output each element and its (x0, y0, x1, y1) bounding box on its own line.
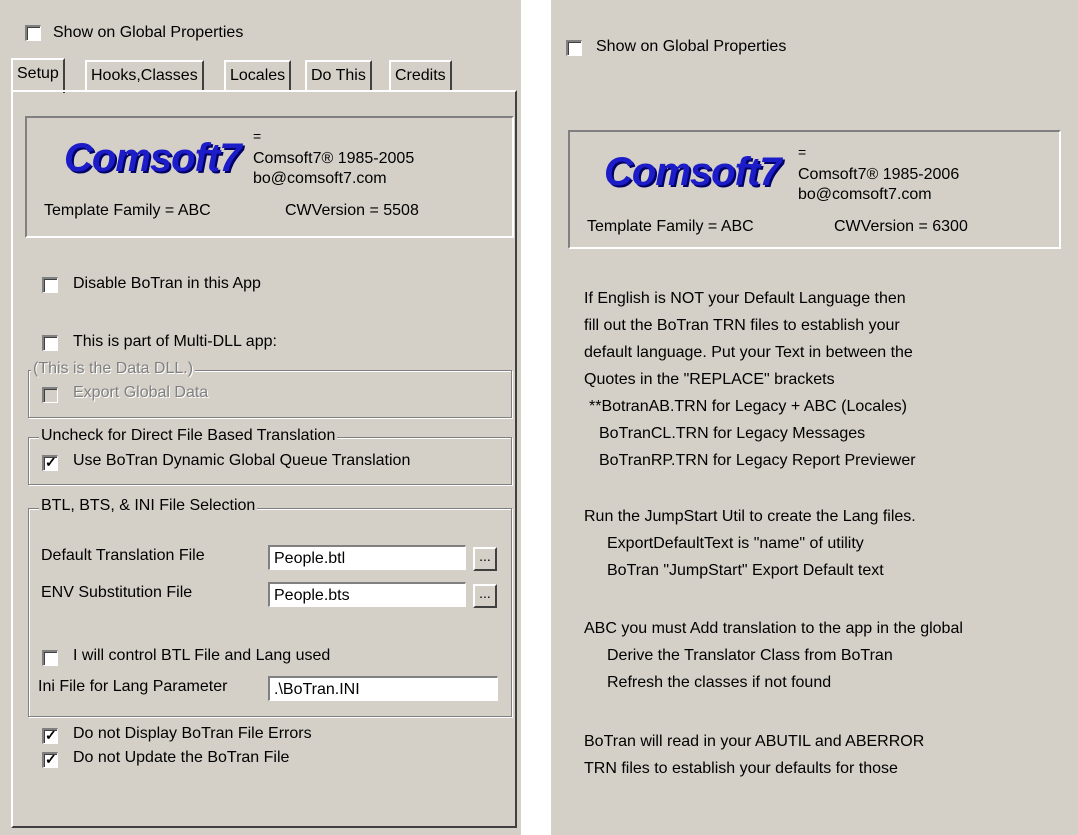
export-global-data-label: Export Global Data (73, 384, 209, 401)
show-global-label: Show on Global Properties (53, 24, 244, 41)
right-properties-panel: Show on Global Properties Comsoft7 = Com… (551, 0, 1078, 835)
about-equals: = (253, 128, 262, 144)
data-dll-group-label: (This is the Data DLL.) (31, 360, 196, 378)
no-update-checkbox[interactable]: ✓ (42, 751, 58, 768)
info-line-15: TRN files to establish your defaults for… (584, 760, 898, 777)
info-line-11: ABC you must Add translation to the app … (584, 620, 963, 637)
show-global-checkbox[interactable] (25, 25, 41, 41)
right-about-equals: = (798, 144, 807, 160)
info-line-8: Run the JumpStart Util to create the Lan… (584, 508, 916, 525)
about-email: bo@comsoft7.com (253, 170, 387, 187)
right-show-global-checkbox[interactable] (566, 40, 582, 56)
export-global-data-checkbox[interactable] (42, 387, 58, 403)
file-selection-group-label: BTL, BTS, & INI File Selection (39, 497, 258, 515)
right-cw-version: CWVersion = 6300 (834, 218, 968, 235)
no-update-label: Do not Update the BoTran File (73, 749, 290, 766)
about-box: Comsoft7 = Comsoft7® 1985-2005 bo@comsof… (25, 116, 514, 238)
dynamic-queue-checkbox[interactable]: ✓ (42, 454, 58, 471)
tab-do-this[interactable]: Do This (305, 60, 372, 90)
direct-translation-group-label: Uncheck for Direct File Based Translatio… (39, 427, 338, 445)
info-line-10: BoTran "JumpStart" Export Default text (607, 562, 884, 579)
info-line-6: BoTranCL.TRN for Legacy Messages (599, 425, 866, 442)
info-line-13: Refresh the classes if not found (607, 674, 832, 691)
info-line-1: If English is NOT your Default Language … (584, 290, 906, 307)
dynamic-queue-label: Use BoTran Dynamic Global Queue Translat… (73, 452, 411, 469)
cw-version: CWVersion = 5508 (285, 202, 419, 219)
control-btl-label: I will control BTL File and Lang used (73, 647, 331, 664)
no-display-errors-checkbox[interactable]: ✓ (42, 727, 58, 744)
env-file-browse-button[interactable]: ... (473, 584, 497, 608)
control-btl-checkbox[interactable] (42, 650, 58, 666)
info-line-14: BoTran will read in your ABUTIL and ABER… (584, 733, 925, 750)
comsoft7-logo: Comsoft7 (64, 136, 241, 180)
right-comsoft7-logo: Comsoft7 (604, 150, 781, 194)
no-display-errors-label: Do not Display BoTran File Errors (73, 725, 312, 742)
info-line-4: Quotes in the "REPLACE" brackets (584, 371, 835, 388)
disable-botran-checkbox[interactable] (42, 277, 58, 293)
right-about-email: bo@comsoft7.com (798, 186, 932, 203)
tab-credits[interactable]: Credits (389, 60, 452, 90)
info-line-9: ExportDefaultText is "name" of utility (607, 535, 864, 552)
info-line-7: BoTranRP.TRN for Legacy Report Previewer (599, 452, 916, 469)
right-about-copyright: Comsoft7® 1985-2006 (798, 166, 960, 183)
env-substitution-file-label: ENV Substitution File (41, 584, 193, 601)
about-copyright: Comsoft7® 1985-2005 (253, 150, 415, 167)
info-line-2: fill out the BoTran TRN files to establi… (584, 317, 900, 334)
default-translation-file-label: Default Translation File (41, 547, 205, 564)
multi-dll-checkbox[interactable] (42, 335, 58, 351)
default-translation-file-input[interactable]: People.btl (268, 545, 466, 570)
disable-botran-label: Disable BoTran in this App (73, 275, 261, 292)
info-line-5: **BotranAB.TRN for Legacy + ABC (Locales… (589, 398, 907, 415)
tab-hooks-classes[interactable]: Hooks,Classes (85, 60, 204, 90)
ini-file-label: Ini File for Lang Parameter (38, 678, 228, 695)
right-template-family: Template Family = ABC (587, 218, 754, 235)
left-properties-panel: Show on Global Properties Setup Hooks,Cl… (0, 0, 521, 835)
tab-setup[interactable]: Setup (11, 58, 65, 93)
tab-locales[interactable]: Locales (224, 60, 292, 90)
info-line-3: default language. Put your Text in betwe… (584, 344, 913, 361)
default-file-browse-button[interactable]: ... (473, 547, 497, 571)
right-show-global-label: Show on Global Properties (596, 38, 787, 55)
info-line-12: Derive the Translator Class from BoTran (607, 647, 893, 664)
right-about-box: Comsoft7 = Comsoft7® 1985-2006 bo@comsof… (568, 130, 1061, 249)
env-substitution-file-input[interactable]: People.bts (268, 582, 466, 607)
template-family: Template Family = ABC (44, 202, 211, 219)
ini-file-input[interactable]: .\BoTran.INI (268, 676, 498, 701)
multi-dll-label: This is part of Multi-DLL app: (73, 333, 277, 350)
